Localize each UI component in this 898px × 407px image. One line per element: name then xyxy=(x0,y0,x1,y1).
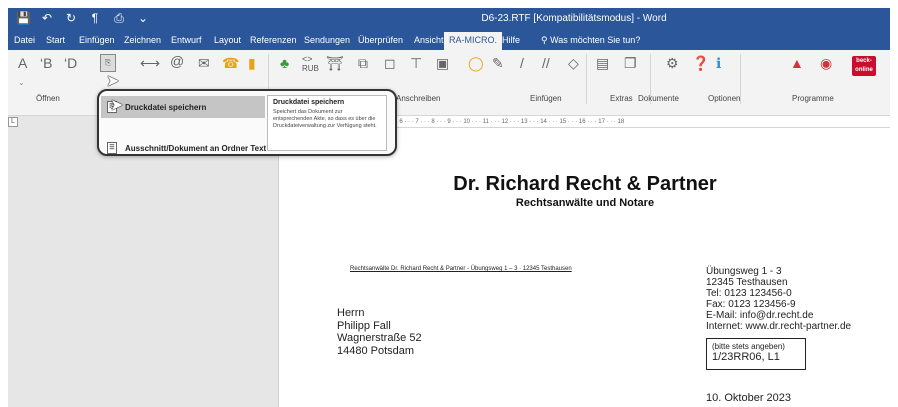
group-label-programme: Programme xyxy=(792,94,834,103)
mouse-cursor-icon: ➤ xyxy=(110,97,124,114)
menu-tooltip: Druckdatei speichern Speichert das Dokum… xyxy=(267,95,387,151)
tab-zeichnen[interactable]: Zeichnen xyxy=(124,35,161,45)
title-bar: 💾 ↶ ↻ ¶ ⎙ ⌄ D6-23.RTF [Kompatibilitätsmo… xyxy=(8,8,890,30)
wifi-icon[interactable]: ◉ xyxy=(820,56,832,70)
ribbon-separator xyxy=(586,54,587,104)
tooltip-description: Speichert das Dokument zur entsprechende… xyxy=(273,109,377,129)
signature-icon[interactable]: ✎ xyxy=(492,56,504,70)
window-title: D6-23.RTF [Kompatibilitätsmodus] - Word xyxy=(481,13,667,24)
recipient-address: Herrn Philipp Fall Wagnerstraße 52 14480… xyxy=(337,307,422,357)
group-label-einfuegen: Einfügen xyxy=(530,94,562,103)
ribbon-tabs: Datei Start Einfügen Zeichnen Entwurf La… xyxy=(8,30,890,50)
tab-entwurf[interactable]: Entwurf xyxy=(171,35,202,45)
letterhead-firm-name: Dr. Richard Recht & Partner xyxy=(453,173,717,195)
contact-line: Internet: www.dr.recht-partner.de xyxy=(706,321,852,332)
tab-referenzen[interactable]: Referenzen xyxy=(250,35,297,45)
print-file-dropdown: ⎘ Druckdatei speichern ☰ Ausschnitt/Doku… xyxy=(97,89,397,156)
merge-field-icon[interactable]: ▣ xyxy=(436,56,449,70)
contact-line: 12345 Testhausen xyxy=(706,277,788,288)
field-icon[interactable]: ⊤ xyxy=(410,56,422,70)
network-icon[interactable]: ⛩ xyxy=(326,56,344,70)
ribbon-button-d[interactable]: ‘D xyxy=(64,56,77,70)
recipient-line: Wagnerstraße 52 xyxy=(337,332,422,344)
line-break-icon[interactable]: ⟷ xyxy=(140,56,160,70)
contact-block: Übungsweg 1 - 3 12345 Testhausen Tel: 01… xyxy=(706,266,851,332)
mouse-cursor-icon: ➤ xyxy=(106,73,120,90)
ribbon-button-b[interactable]: ‘B xyxy=(40,56,52,70)
menu-item-label: Druckdatei speichern xyxy=(125,103,207,112)
menu-item-druckdatei-speichern[interactable]: ⎘ Druckdatei speichern xyxy=(101,96,265,118)
slash-icon[interactable]: / xyxy=(520,56,524,70)
code-icon[interactable]: <> xyxy=(302,54,313,64)
group-label-extras: Extras xyxy=(610,94,633,103)
email-at-icon[interactable]: @ xyxy=(170,54,184,68)
contact-line: Tel: 0123 123456-0 xyxy=(706,288,792,299)
reference-hint: (bitte stets angeben) xyxy=(712,342,785,351)
contacts-icon[interactable]: ♣ xyxy=(280,56,289,70)
letterhead-subtitle: Rechtsanwälte und Notare xyxy=(515,197,655,209)
sender-line: Rechtsanwälte Dr. Richard Recht & Partne… xyxy=(350,266,572,272)
tab-ueberpruefen[interactable]: Überprüfen xyxy=(358,35,403,45)
tab-ansicht[interactable]: Ansicht xyxy=(414,35,444,45)
recipient-line: 14480 Potsdam xyxy=(337,344,415,357)
list-icon[interactable]: ▤ xyxy=(596,56,609,70)
reference-number: 1/23RR06, L1 xyxy=(712,351,780,363)
tooltip-title: Druckdatei speichern xyxy=(273,99,345,106)
envelope-icon[interactable]: ✉ xyxy=(198,56,210,70)
help-icon[interactable]: ❓ xyxy=(692,56,709,70)
lightbulb-icon: ⚲ xyxy=(541,35,548,45)
letter-date: 10. Oktober 2023 xyxy=(706,392,792,404)
gear-icon[interactable]: ⚙ xyxy=(666,56,679,70)
contact-line: Fax: 0123 123456-9 xyxy=(706,299,796,310)
tab-hilfe[interactable]: Hilfe xyxy=(502,35,520,45)
group-label-anschreiben: Anschreiben xyxy=(396,94,441,103)
graduation-cap-icon[interactable]: ▲ xyxy=(790,56,804,70)
folder-text-icon: ☰ xyxy=(107,142,117,154)
tab-start[interactable]: Start xyxy=(46,35,65,45)
coin-icon[interactable]: ◯ xyxy=(468,56,484,70)
copy-icon[interactable]: ⧉ xyxy=(358,56,368,70)
fax-icon[interactable]: ☎ xyxy=(222,56,239,70)
group-label-optionen: Optionen xyxy=(708,94,741,103)
frame-icon[interactable]: ◻ xyxy=(384,56,396,70)
search-box[interactable]: ⚲ Was möchten Sie tun? xyxy=(541,35,640,46)
tab-layout[interactable]: Layout xyxy=(214,35,241,45)
ribbon-button-a[interactable]: A xyxy=(18,56,27,70)
rub-label: RUB xyxy=(302,64,319,73)
tab-datei[interactable]: Datei xyxy=(14,35,35,45)
documents-icon[interactable]: ❐ xyxy=(624,56,637,70)
contact-line: E-Mail: info@dr.recht.de xyxy=(706,310,814,321)
chevron-down-icon[interactable]: ⌄ xyxy=(18,78,25,87)
menu-item-ausschnitt-an-ordner[interactable]: ☰ Ausschnitt/Dokument an Ordner Text xyxy=(101,137,267,154)
diamond-icon[interactable]: ◇ xyxy=(568,56,579,70)
contact-line: Übungsweg 1 - 3 xyxy=(706,266,782,277)
document-icon[interactable]: ▮ xyxy=(248,56,256,70)
info-icon[interactable]: ℹ xyxy=(716,56,721,70)
group-label-dokumente: Dokumente xyxy=(638,94,679,103)
menu-item-label: Ausschnitt/Dokument an Ordner Text xyxy=(125,144,267,153)
recipient-line: Herrn xyxy=(337,307,365,319)
print-file-icon[interactable]: ⎘ xyxy=(100,54,116,72)
group-label-oeffnen: Öffnen xyxy=(36,94,60,103)
tab-ra-micro[interactable]: RA-MICRO. xyxy=(444,32,502,50)
tab-stop-selector[interactable]: L xyxy=(8,117,18,127)
recipient-line: Philipp Fall xyxy=(337,319,391,332)
reference-box: (bitte stets angeben) 1/23RR06, L1 xyxy=(706,338,806,370)
tab-einfuegen[interactable]: Einfügen xyxy=(79,35,115,45)
search-label: Was möchten Sie tun? xyxy=(550,35,641,45)
double-slash-icon[interactable]: // xyxy=(542,56,550,70)
tab-sendungen[interactable]: Sendungen xyxy=(304,35,350,45)
beck-online-label: beck-online xyxy=(855,58,873,73)
beck-online-icon[interactable]: beck-online xyxy=(852,56,876,76)
